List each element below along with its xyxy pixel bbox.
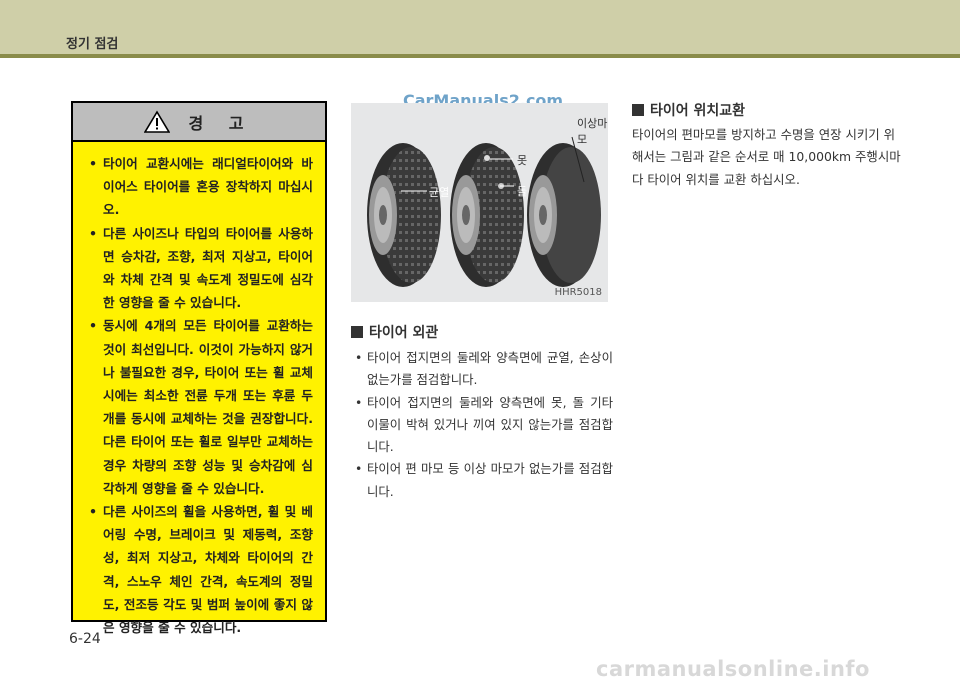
label-abnormal-wear: 이상마모 bbox=[577, 117, 608, 146]
page-header: 정기 점검 bbox=[0, 0, 960, 54]
warning-item: 다른 사이즈의 휠을 사용하면, 휠 및 베어링 수명, 브레이크 및 제동력,… bbox=[87, 500, 313, 639]
footer-watermark[interactable]: carmanualsonline.info bbox=[596, 657, 870, 681]
label-crack: 균열 bbox=[429, 186, 450, 199]
label-nail: 못 bbox=[517, 154, 528, 167]
tire-1 bbox=[367, 143, 441, 287]
tire-rotation-text: 타이어의 편마모를 방지하고 수명을 연장 시키기 위해서는 그림과 같은 순서… bbox=[632, 127, 901, 187]
tire-rotation-heading: 타이어 위치교환 bbox=[632, 100, 745, 120]
figure-code: HHR5018 bbox=[554, 287, 602, 298]
tire-appearance-title: 타이어 외관 bbox=[369, 325, 439, 341]
tire-3 bbox=[527, 143, 601, 287]
square-bullet-icon bbox=[632, 104, 644, 116]
warning-item: 타이어 교환시에는 래디얼타이어와 바이어스 타이어를 혼용 장착하지 마십시오… bbox=[87, 152, 313, 222]
warning-header: 경 고 bbox=[73, 103, 325, 142]
warning-title: 경 고 bbox=[188, 113, 254, 133]
appearance-item: 타이어 접지면의 둘레와 양측면에 못, 돌 기타 이물이 박혀 있거나 끼여 … bbox=[351, 392, 613, 459]
page-number: 6-24 bbox=[69, 631, 101, 647]
header-divider bbox=[0, 54, 960, 58]
warning-item: 다른 사이즈나 타입의 타이어를 사용하면 승차감, 조향, 최저 지상고, 타… bbox=[87, 222, 313, 315]
appearance-item: 타이어 접지면의 둘레와 양측면에 균열, 손상이 없는가를 점검합니다. bbox=[351, 347, 613, 392]
tire-rotation-title: 타이어 위치교환 bbox=[650, 103, 746, 119]
warning-list: 타이어 교환시에는 래디얼타이어와 바이어스 타이어를 혼용 장착하지 마십시오… bbox=[73, 142, 325, 639]
tire-2 bbox=[450, 143, 524, 287]
tire-appearance-list: 타이어 접지면의 둘레와 양측면에 균열, 손상이 없는가를 점검합니다. 타이… bbox=[351, 347, 613, 503]
warning-item: 동시에 4개의 모든 타이어를 교환하는 것이 최선입니다. 이것이 가능하지 … bbox=[87, 314, 313, 500]
appearance-item: 타이어 편 마모 등 이상 마모가 없는가를 점검합니다. bbox=[351, 458, 613, 503]
tire-appearance-heading: 타이어 외관 bbox=[351, 322, 438, 342]
square-bullet-icon bbox=[351, 326, 363, 338]
warning-box: 경 고 타이어 교환시에는 래디얼타이어와 바이어스 타이어를 혼용 장착하지 … bbox=[71, 101, 327, 635]
warning-triangle-icon bbox=[144, 109, 171, 133]
tire-illustration: 이상마모 못 균열 돌 HHR5018 bbox=[351, 103, 608, 302]
section-title: 정기 점검 bbox=[66, 37, 119, 52]
label-stone: 돌 bbox=[517, 185, 528, 198]
tires-drawing bbox=[367, 136, 601, 287]
